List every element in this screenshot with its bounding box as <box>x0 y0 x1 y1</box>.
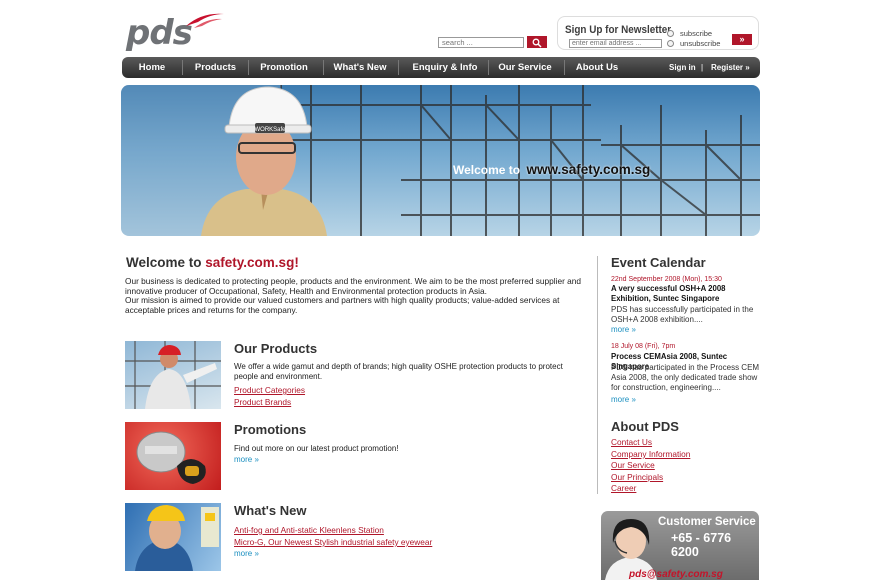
hero-illustration: WORKSafe <box>121 85 760 236</box>
about-our-principals-link[interactable]: Our Principals <box>611 472 663 482</box>
nav-separator: | <box>701 63 704 72</box>
sign-in-link[interactable]: Sign in <box>669 57 696 78</box>
event-headline[interactable]: A very successful OSH+A 2008 Exhibition,… <box>611 284 763 303</box>
nav-our-service[interactable]: Our Service <box>489 57 561 78</box>
about-our-service-link[interactable]: Our Service <box>611 460 655 470</box>
search-input[interactable] <box>438 37 524 48</box>
welcome-paragraph-business: Our business is dedicated to protecting … <box>125 276 581 296</box>
nav-whats-new[interactable]: What's New <box>324 57 396 78</box>
products-text: We offer a wide gamut and depth of brand… <box>234 362 563 381</box>
about-pds-title: About PDS <box>611 419 679 434</box>
nav-promotion[interactable]: Promotion <box>249 57 319 78</box>
product-brands-link[interactable]: Product Brands <box>234 397 291 407</box>
event-more-link[interactable]: more » <box>611 325 636 334</box>
column-divider <box>597 256 598 494</box>
customer-service-box[interactable]: Customer Service +65 - 6776 6200 pds@saf… <box>601 511 759 580</box>
about-company-info-link[interactable]: Company Information <box>611 449 690 459</box>
whatsnew-illustration <box>135 505 219 571</box>
customer-service-phone: +65 - 6776 6200 <box>671 531 732 559</box>
subscribe-radio[interactable]: subscribe <box>667 29 712 38</box>
logo-text: pds <box>126 13 193 53</box>
event-calendar-title: Event Calendar <box>611 255 706 270</box>
banner-welcome-label: Welcome to <box>453 163 521 177</box>
product-categories-link[interactable]: Product Categories <box>234 385 305 395</box>
nav-products[interactable]: Products <box>183 57 248 78</box>
promotions-title: Promotions <box>234 422 307 437</box>
radio-icon <box>667 30 674 37</box>
newsletter-submit-button[interactable]: » <box>732 34 752 45</box>
newsletter-email-input[interactable] <box>569 39 662 48</box>
promotions-image <box>125 422 221 490</box>
unsubscribe-label: unsubscribe <box>680 39 721 48</box>
search-button[interactable] <box>527 36 547 48</box>
newsletter-signup: Sign Up for Newsletter subscribe unsubsc… <box>557 16 759 50</box>
nav-home[interactable]: Home <box>122 57 182 78</box>
event-date: 18 July 08 (Fri), 7pm <box>611 343 676 350</box>
about-contact-us-link[interactable]: Contact Us <box>611 437 652 447</box>
whatsnew-title: What's New <box>234 503 307 518</box>
event-summary: PDS has successfully participated in the… <box>611 305 754 324</box>
products-title: Our Products <box>234 341 318 356</box>
welcome-heading-site: safety.com.sg! <box>205 255 299 270</box>
event-summary: PDS has participated in the Process CEM … <box>611 363 760 392</box>
welcome-heading-prefix: Welcome to <box>126 255 202 270</box>
about-career-link[interactable]: Career <box>611 483 636 493</box>
whatsnew-micro-g-link[interactable]: Micro-G, Our Newest Stylish industrial s… <box>234 537 432 547</box>
main-nav: Home Products Promotion What's New Enqui… <box>122 57 760 78</box>
promotions-text: Find out more on our latest product prom… <box>234 444 399 453</box>
nav-enquiry-info[interactable]: Enquiry & Info <box>399 57 491 78</box>
welcome-heading: Welcome to safety.com.sg! <box>126 255 299 270</box>
search-bar <box>438 36 547 48</box>
event-date: 22nd September 2008 (Mon), 15:30 <box>611 276 722 283</box>
promotions-more-link[interactable]: more » <box>234 455 259 464</box>
pds-logo[interactable]: pds <box>124 10 224 50</box>
banner-url: www.safety.com.sg <box>526 162 651 177</box>
search-icon <box>532 38 542 48</box>
products-image <box>125 341 221 409</box>
radio-icon <box>667 40 674 47</box>
customer-service-title: Customer Service <box>658 516 756 528</box>
customer-service-email[interactable]: pds@safety.com.sg <box>629 569 723 580</box>
helmet-label: WORKSafe <box>254 127 286 133</box>
whatsnew-kleenlens-link[interactable]: Anti-fog and Anti-static Kleenlens Stati… <box>234 525 384 535</box>
event-more-link[interactable]: more » <box>611 395 636 404</box>
register-link[interactable]: Register » <box>711 57 750 78</box>
subscribe-label: subscribe <box>680 29 713 38</box>
promotions-illustration <box>136 431 206 484</box>
hero-banner: WORKSafe Welcome to www.safety.com.sg <box>121 85 760 236</box>
welcome-paragraph-mission: Our mission is aimed to provide our valu… <box>125 295 560 315</box>
newsletter-title: Sign Up for Newsletter <box>565 24 672 36</box>
nav-about-us[interactable]: About Us <box>565 57 629 78</box>
whatsnew-more-link[interactable]: more » <box>234 549 259 558</box>
whatsnew-image <box>125 503 221 571</box>
unsubscribe-radio[interactable]: unsubscribe <box>667 39 720 48</box>
products-illustration <box>125 341 221 409</box>
banner-welcome: Welcome to www.safety.com.sg <box>453 162 650 177</box>
logo-swoosh-icon <box>186 13 224 28</box>
